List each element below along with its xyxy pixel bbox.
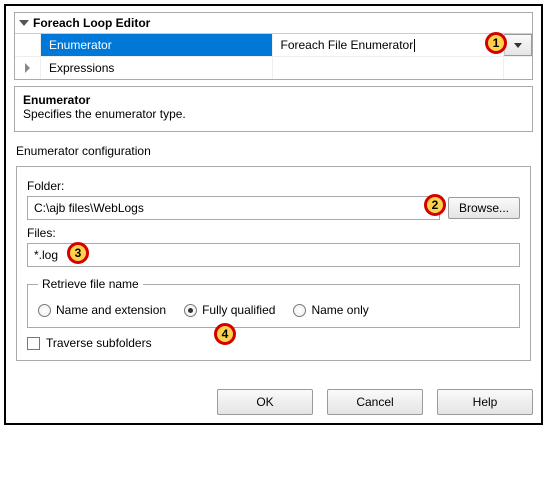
- grid-title: Foreach Loop Editor: [33, 16, 150, 30]
- radio-icon: [38, 304, 51, 317]
- expand-icon[interactable]: [25, 63, 30, 73]
- traverse-label: Traverse subfolders: [46, 336, 152, 350]
- config-fieldset: Folder: 2 Browse... Files: 3 Retrieve fi…: [16, 166, 531, 361]
- row-expressions-name: Expressions: [41, 57, 273, 79]
- config-title: Enumerator configuration: [16, 144, 531, 158]
- row-expressions[interactable]: Expressions: [15, 56, 532, 79]
- property-grid: Foreach Loop Editor Enumerator Foreach F…: [14, 12, 533, 80]
- files-input[interactable]: [27, 243, 520, 267]
- ok-button[interactable]: OK: [217, 389, 313, 415]
- description-text: Specifies the enumerator type.: [23, 107, 524, 121]
- radio-name-only[interactable]: Name only: [293, 303, 368, 317]
- files-label: Files:: [27, 226, 520, 240]
- row-enumerator-value[interactable]: Foreach File Enumerator 1: [273, 34, 505, 56]
- folder-input[interactable]: [27, 196, 440, 220]
- retrieve-fieldset: Retrieve file name Name and extension Fu…: [27, 277, 520, 328]
- row-expressions-value[interactable]: [273, 57, 505, 79]
- row-enumerator[interactable]: Enumerator Foreach File Enumerator 1: [15, 34, 532, 56]
- browse-button[interactable]: Browse...: [448, 197, 520, 219]
- dialog-root: Foreach Loop Editor Enumerator Foreach F…: [4, 4, 543, 425]
- radio-icon: [293, 304, 306, 317]
- radio-fully-qualified[interactable]: Fully qualified: [184, 303, 275, 317]
- description-title: Enumerator: [23, 93, 90, 107]
- config-section: Enumerator configuration Folder: 2 Brows…: [14, 144, 533, 361]
- help-button[interactable]: Help: [437, 389, 533, 415]
- description-panel: Enumerator Specifies the enumerator type…: [14, 86, 533, 132]
- radio-icon: [184, 304, 197, 317]
- dialog-buttons: OK Cancel Help: [14, 389, 533, 415]
- grid-header[interactable]: Foreach Loop Editor: [15, 13, 532, 33]
- annotation-1: 1: [485, 32, 507, 54]
- traverse-checkbox-row[interactable]: Traverse subfolders: [27, 336, 520, 350]
- chevron-down-icon: [514, 43, 522, 48]
- annotation-2: 2: [424, 194, 446, 216]
- radio-name-and-extension[interactable]: Name and extension: [38, 303, 166, 317]
- cancel-button[interactable]: Cancel: [327, 389, 423, 415]
- checkbox-icon: [27, 337, 40, 350]
- retrieve-legend: Retrieve file name: [38, 277, 143, 291]
- enumerator-dropdown-button[interactable]: [504, 34, 532, 56]
- collapse-icon: [19, 20, 29, 26]
- folder-label: Folder:: [27, 179, 520, 193]
- row-enumerator-name: Enumerator: [41, 34, 273, 56]
